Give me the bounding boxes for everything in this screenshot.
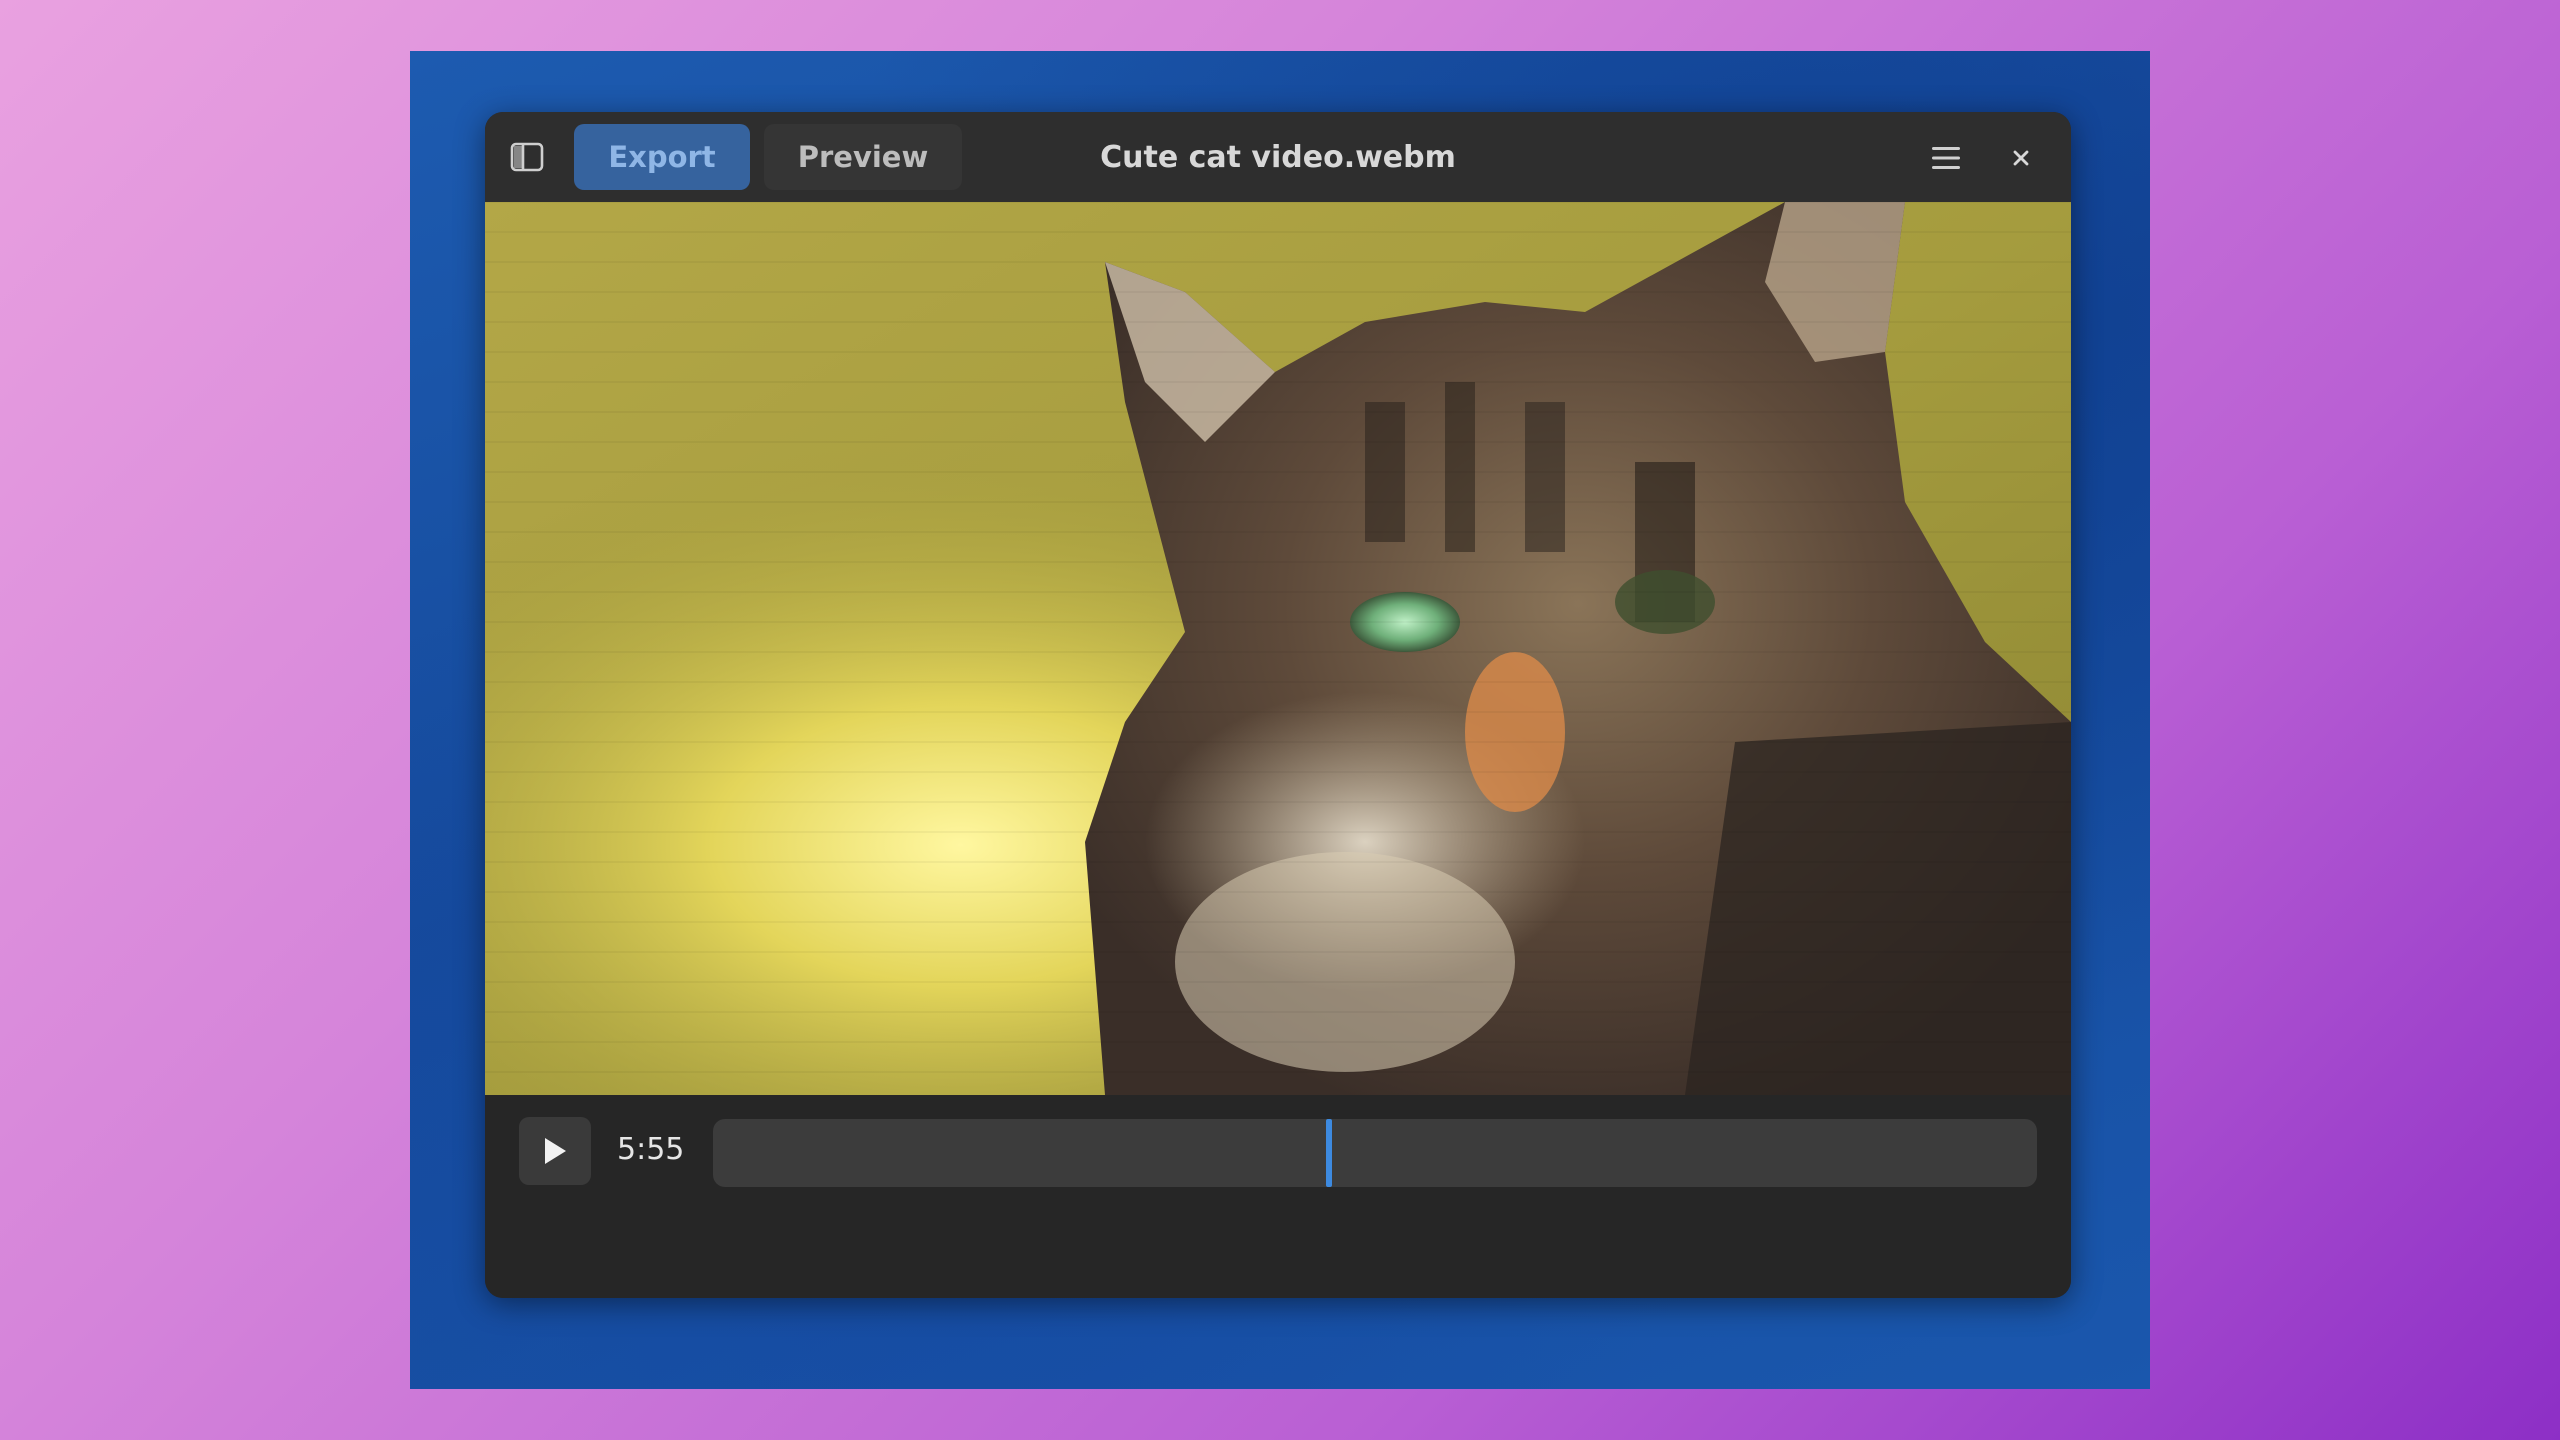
time-display: 5:55	[617, 1132, 685, 1167]
play-button[interactable]	[519, 1117, 591, 1185]
header-bar: Export Preview Cute cat video.webm	[485, 112, 2071, 202]
cat-video-image	[485, 202, 2071, 1095]
video-frame[interactable]	[485, 202, 2071, 1095]
player-controls: 5:55	[485, 1095, 2071, 1298]
export-button[interactable]: Export	[574, 124, 750, 190]
hamburger-menu-icon	[1932, 147, 1960, 169]
seek-bar[interactable]	[713, 1119, 2037, 1187]
video-editor-window: Export Preview Cute cat video.webm 5:55	[485, 112, 2071, 1298]
desktop-background: Export Preview Cute cat video.webm 5:55	[410, 51, 2150, 1389]
main-menu-button[interactable]	[1924, 136, 1968, 180]
close-icon	[2013, 150, 2029, 166]
play-icon	[545, 1138, 566, 1164]
playhead-handle[interactable]	[1326, 1119, 1332, 1187]
sidebar-toggle-icon	[510, 142, 544, 172]
sidebar-toggle-button[interactable]	[507, 137, 547, 177]
preview-button[interactable]: Preview	[764, 124, 962, 190]
close-button[interactable]	[2000, 137, 2042, 179]
